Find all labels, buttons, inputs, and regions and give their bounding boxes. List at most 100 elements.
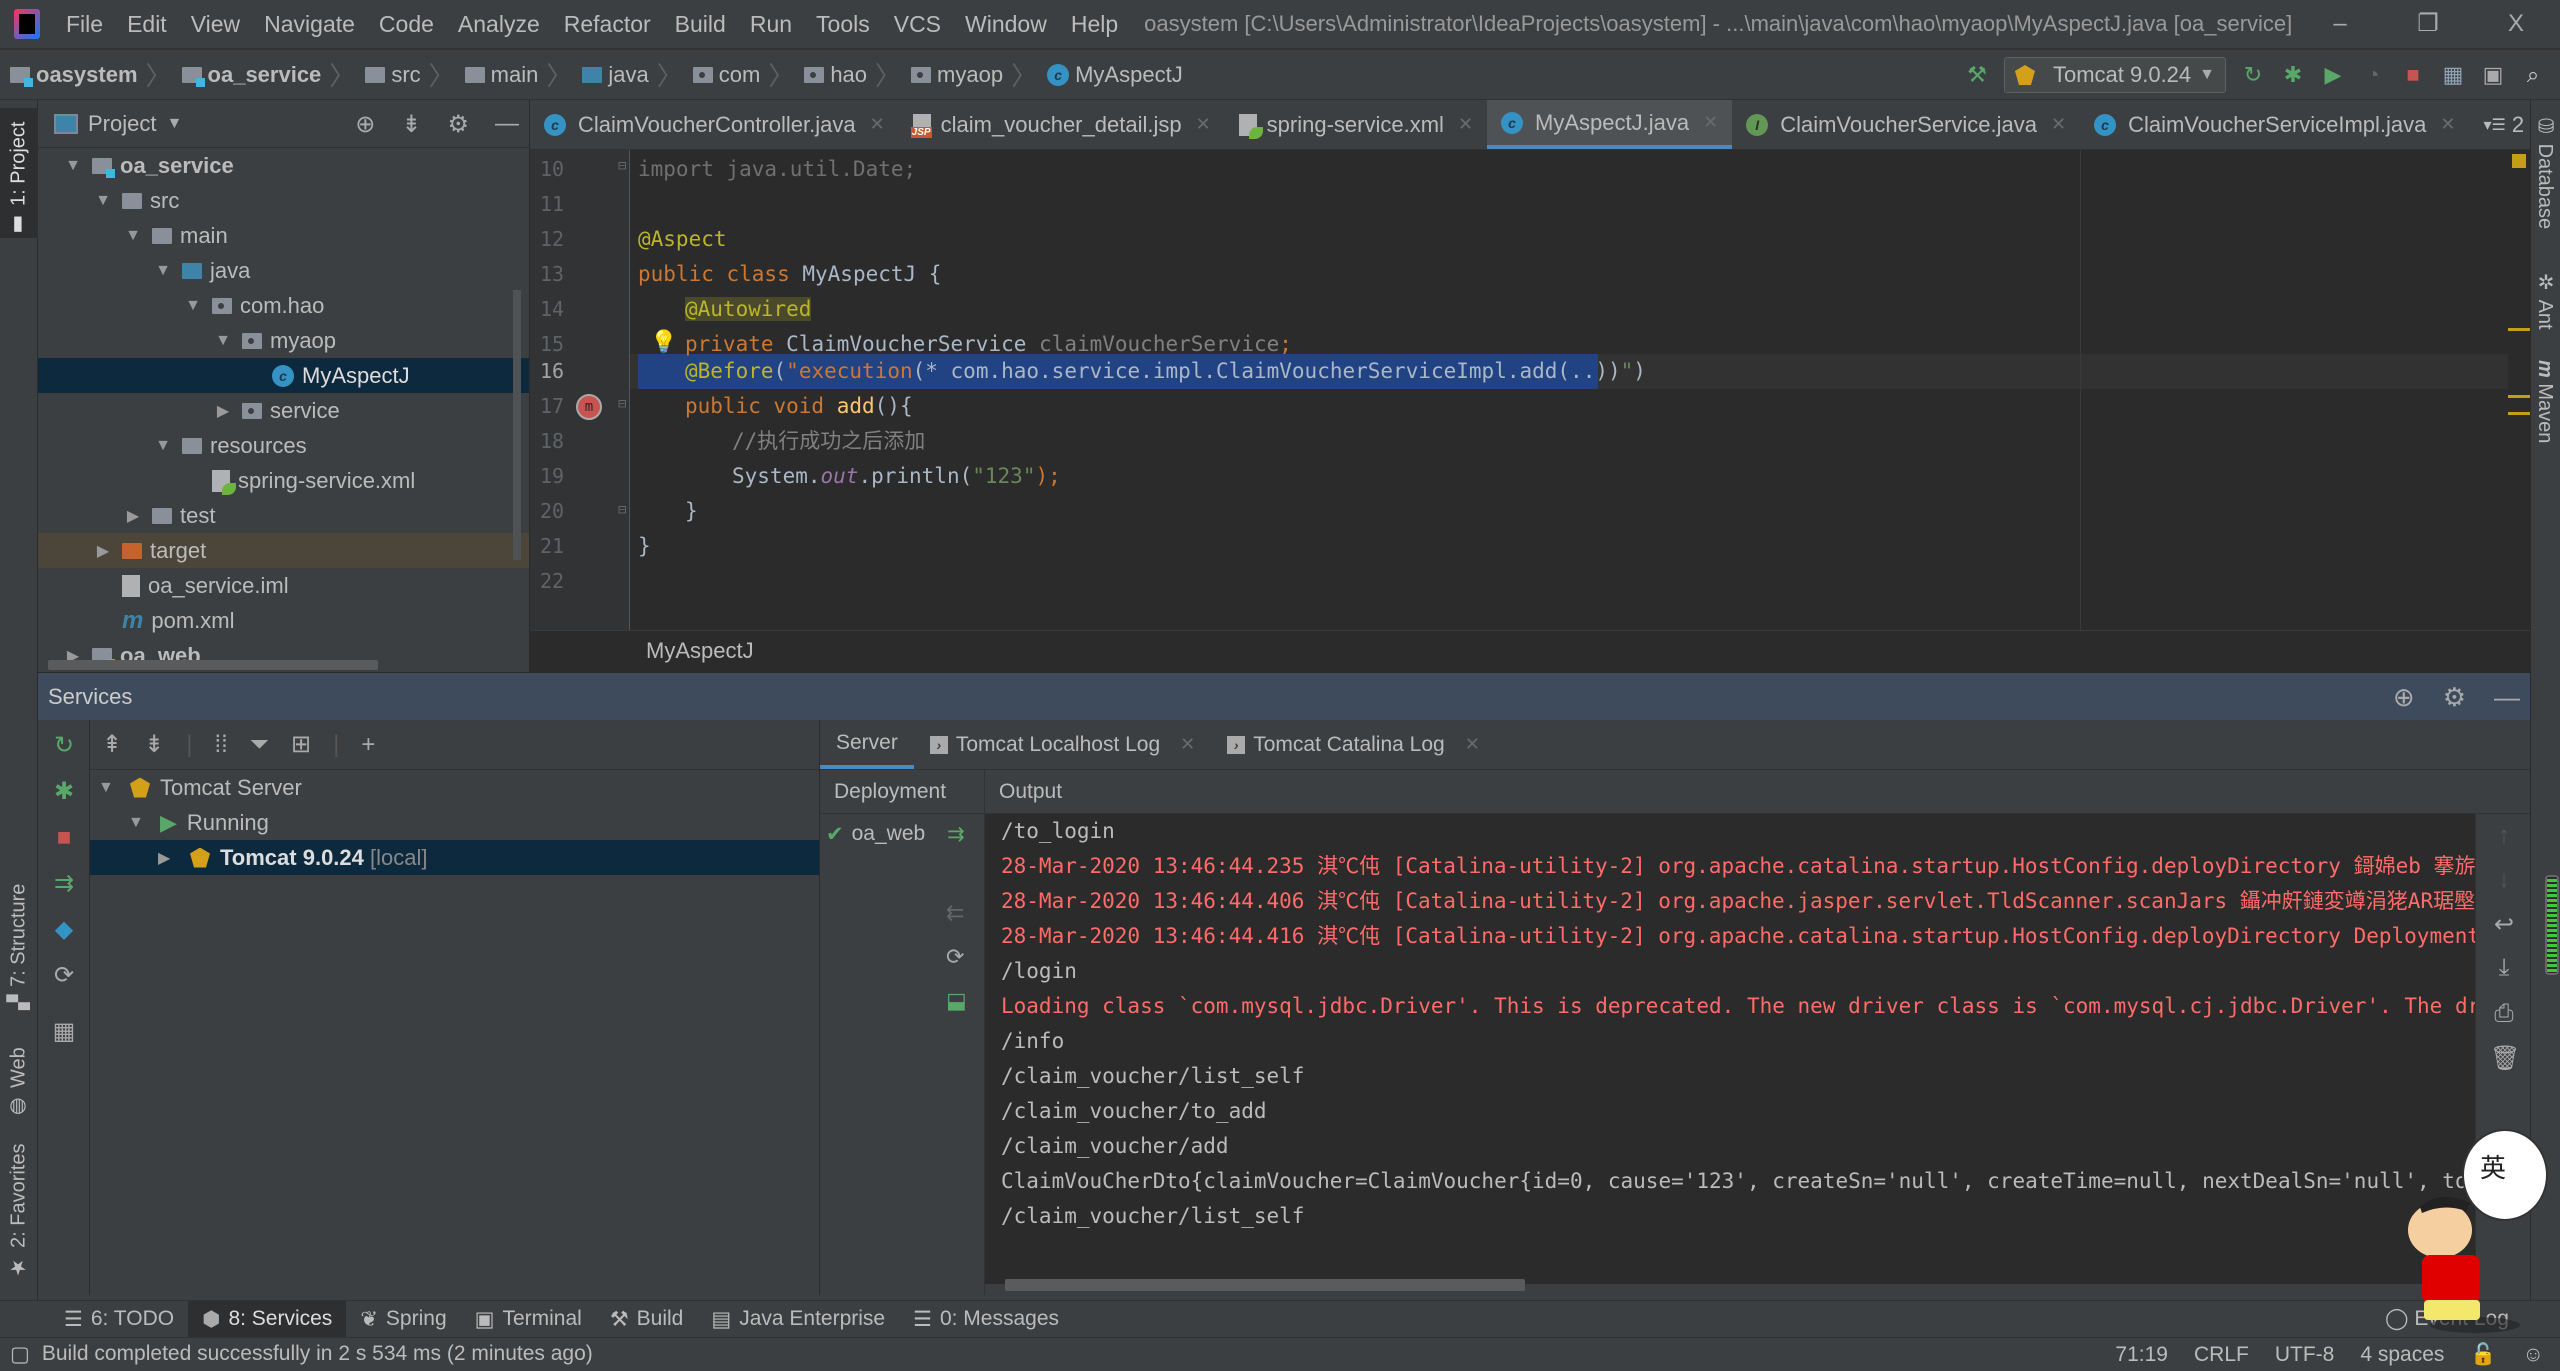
scroll-to-end-icon[interactable]: ⤓ [2490,954,2518,982]
tool-tab-project[interactable]: ▮ 1: Project [0,108,38,238]
rerun-icon[interactable]: ↻ [50,732,78,760]
breadcrumb-oa-service[interactable]: oa_service 〉 [172,56,355,93]
editor-tab-claimvoucherservice[interactable]: I ClaimVoucherService.java ✕ [1732,100,2080,149]
service-node-running[interactable]: ▼ ▶ Running [90,805,819,840]
warning-stripe[interactable] [2508,328,2530,331]
close-tab-icon[interactable]: ✕ [1703,112,1718,133]
vertical-scrollbar[interactable] [513,290,521,560]
deploy-icon[interactable]: ⇉ [947,822,965,847]
tree-item[interactable]: ▶ test [38,498,529,533]
expand-arrow-icon[interactable]: ▼ [98,779,120,797]
debug-icon[interactable]: ✱ [2280,62,2306,88]
advice-gutter-icon[interactable]: m [576,394,602,420]
add-service-icon[interactable]: + [361,731,375,759]
lightbulb-icon[interactable]: 💡 [650,330,677,355]
tree-item[interactable]: ▼ java [38,253,529,288]
close-tab-icon[interactable]: ✕ [2051,114,2066,135]
breadcrumb-oasystem[interactable]: oasystem 〉 [0,56,172,93]
hide-icon[interactable]: — [2494,682,2520,713]
menu-run[interactable]: Run [738,11,804,38]
tab-overflow-button[interactable]: ▾☰ 2 [2470,100,2539,149]
warning-stripe[interactable] [2508,395,2530,398]
editor-tab-spring-service-xml[interactable]: spring-service.xml ✕ [1225,100,1487,149]
tree-item[interactable]: ▶ target [38,533,529,568]
horizontal-scrollbar[interactable] [48,660,378,670]
close-tab-icon[interactable]: ✕ [1196,114,1211,135]
project-view-select[interactable]: Project [88,111,156,137]
console-output[interactable]: /to_login 28-Mar-2020 13:46:44.235 淇℃伅 [C… [985,814,2475,1284]
stop-icon[interactable]: ■ [2400,62,2426,88]
code-breadcrumb[interactable]: MyAspectJ [530,630,2530,672]
tool-tab-java-enterprise[interactable]: ▤ Java Enterprise [697,1301,899,1338]
breadcrumb-myaspectj[interactable]: c MyAspectJ [1037,62,1183,88]
close-tab-icon[interactable]: ✕ [1180,734,1195,755]
editor-tab-claim-voucher-detail-jsp[interactable]: JSP claim_voucher_detail.jsp ✕ [899,100,1225,149]
indent-setting[interactable]: 4 spaces [2360,1343,2444,1367]
toggle-tool-windows-icon[interactable]: ▢ [10,1342,30,1367]
editor-tab-claimvoucherserviceimpl[interactable]: c ClaimVoucherServiceImpl.java ✕ [2080,100,2469,149]
tool-tab-structure[interactable]: ▞ 7: Structure [0,860,38,1010]
restore-button[interactable]: ❐ [2384,0,2472,48]
menu-refactor[interactable]: Refactor [552,11,663,38]
up-arrow-icon[interactable]: ↑ [2490,822,2518,850]
stop-icon[interactable]: ■ [50,824,78,852]
search-icon[interactable]: ⌕ [2520,62,2546,88]
tree-item[interactable]: m pom.xml [38,603,529,638]
menu-code[interactable]: Code [367,11,446,38]
close-tab-icon[interactable]: ✕ [1458,114,1473,135]
tree-item[interactable]: ▶ service [38,393,529,428]
close-button[interactable]: X [2472,0,2560,48]
tree-item[interactable]: ▼ com.hao [38,288,529,323]
chevron-down-icon[interactable]: ▼ [92,192,114,210]
print-icon[interactable]: ⎙ [2490,1000,2518,1028]
tree-item[interactable]: ▼ main [38,218,529,253]
chevron-down-icon[interactable]: ▼ [122,227,144,245]
run-with-coverage-icon[interactable]: ▶ [2320,62,2346,88]
menu-vcs[interactable]: VCS [882,11,953,38]
caret-position[interactable]: 71:19 [2115,1343,2168,1367]
filter-icon[interactable]: ⏷ [250,731,269,759]
profile-icon[interactable]: ◔ [2360,62,2386,88]
hide-icon[interactable]: — [495,110,519,138]
artifacts-icon[interactable]: ◆ [50,916,78,944]
deployment-item[interactable]: ✔ oa_web ⇉ [820,814,984,854]
breadcrumb-hao[interactable]: hao 〉 [794,56,901,93]
menu-tools[interactable]: Tools [804,11,882,38]
breadcrumb-com[interactable]: com 〉 [683,56,794,93]
status-message[interactable]: Build completed successfully in 2 s 534 … [42,1342,593,1366]
chevron-down-icon[interactable]: ▼ [166,115,182,133]
tree-item[interactable]: ▼ oa_service [38,148,529,183]
tool-tab-build[interactable]: ⚒ Build [596,1301,698,1338]
fold-marker-icon[interactable]: ⊟ [618,158,626,174]
gear-icon[interactable]: ⚙ [2443,682,2466,713]
line-separator[interactable]: CRLF [2194,1343,2249,1367]
run-anything-icon[interactable]: ▣ [2480,62,2506,88]
menu-view[interactable]: View [179,11,252,38]
tool-tab-web[interactable]: ◍ Web [0,1030,38,1120]
menu-edit[interactable]: Edit [115,11,179,38]
tool-tab-terminal[interactable]: ▣ Terminal [461,1301,596,1338]
tab-tomcat-catalina-log[interactable]: › Tomcat Catalina Log ✕ [1211,720,1496,769]
expand-arrow-icon[interactable]: ▼ [128,814,150,832]
tool-tab-messages[interactable]: ☰ 0: Messages [899,1301,1073,1338]
close-tab-icon[interactable]: ✕ [870,114,885,135]
tool-tab-favorites[interactable]: ★ 2: Favorites [0,1140,38,1280]
build-hammer-icon[interactable]: ⚒ [1964,62,1990,88]
close-tab-icon[interactable]: ✕ [2440,114,2455,135]
close-tab-icon[interactable]: ✕ [1465,734,1480,755]
collapse-all-icon[interactable]: ⇟ [401,110,421,139]
code-editor[interactable]: 10 11 12 13 14 15 16 17 18 19 20 21 22 m… [530,150,2530,630]
chevron-down-icon[interactable]: ▼ [152,437,174,455]
tool-tab-services[interactable]: ⬢ 8: Services [188,1300,347,1338]
project-structure-icon[interactable]: ▦ [2440,62,2466,88]
new-service-icon[interactable]: ⊞ [291,730,311,759]
editor-scrollbar[interactable] [2508,150,2530,630]
menu-window[interactable]: Window [953,11,1059,38]
gear-icon[interactable]: ⚙ [447,110,469,139]
tree-item[interactable]: oa_service.iml [38,568,529,603]
chevron-right-icon[interactable]: ▶ [122,506,144,526]
service-node-tomcat-instance[interactable]: ▶ Tomcat 9.0.24 [local] [90,840,819,875]
chevron-right-icon[interactable]: ▶ [92,541,114,561]
chevron-down-icon[interactable]: ▼ [182,297,204,315]
down-arrow-icon[interactable]: ↓ [2490,866,2518,894]
